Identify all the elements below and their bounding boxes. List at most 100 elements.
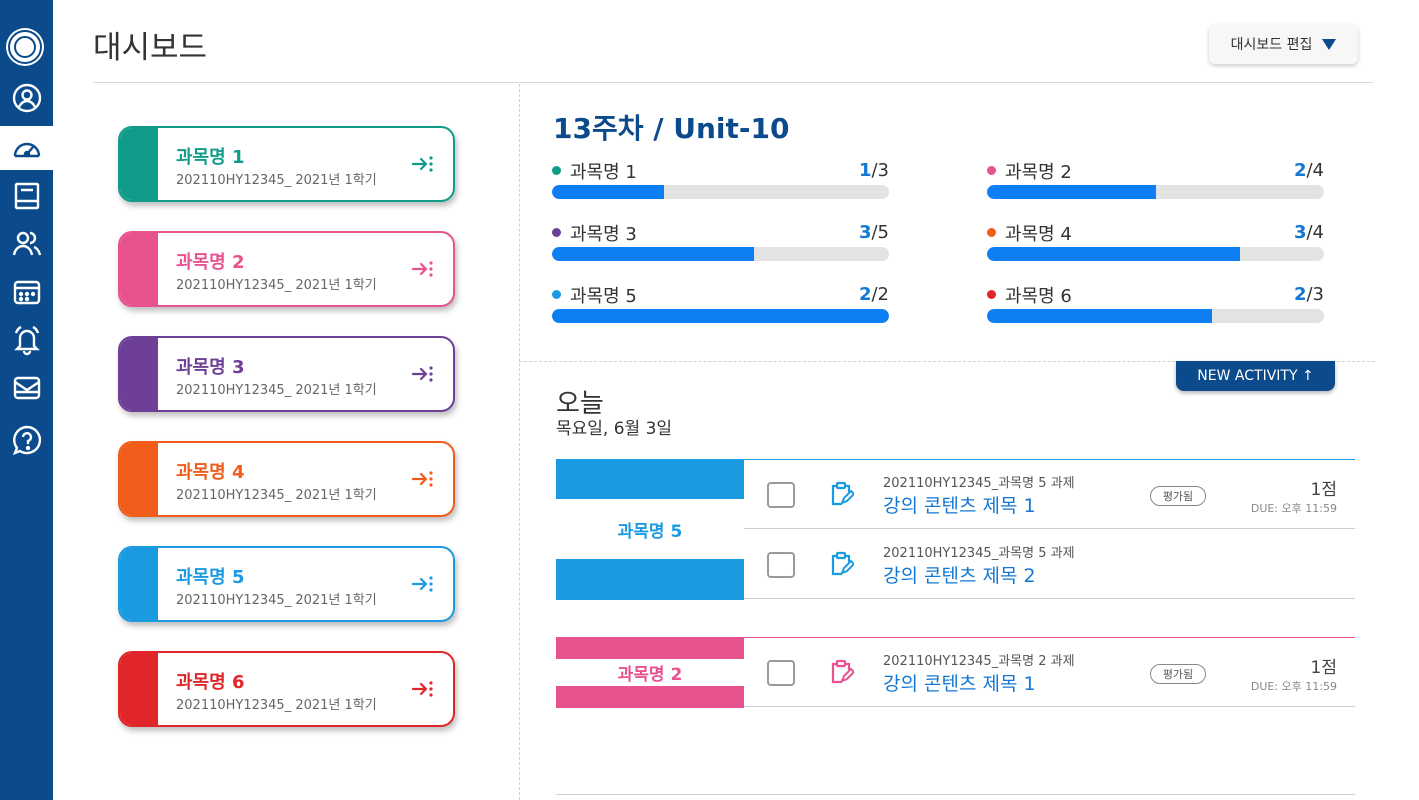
- today-date: 목요일, 6월 3일: [556, 419, 673, 439]
- enter-course-icon[interactable]: [411, 573, 435, 595]
- progress-fill: [987, 309, 1212, 323]
- course-name: 과목명 3: [176, 357, 245, 378]
- profile-icon[interactable]: [0, 76, 53, 120]
- progress-total: /4: [1306, 160, 1324, 181]
- course-card[interactable]: 과목명 2 202110HY12345_ 2021년 1학기: [118, 231, 455, 307]
- activity-checkbox[interactable]: [767, 482, 795, 508]
- activity-due: DUE: 오후 11:59: [1250, 680, 1337, 693]
- activity-checkbox[interactable]: [767, 552, 795, 578]
- course-code: 202110HY12345_ 2021년 1학기: [176, 173, 377, 188]
- course-name: 과목명 1: [176, 147, 245, 168]
- progress-done: 2: [1293, 284, 1307, 305]
- course-card[interactable]: 과목명 3 202110HY12345_ 2021년 1학기: [118, 336, 455, 412]
- course-color-stripe: [120, 443, 158, 515]
- assignment-clipboard-icon: [831, 481, 854, 506]
- progress-track: [552, 185, 889, 199]
- progress-count: 3/4: [1294, 222, 1324, 243]
- activity-score: 1점: [1310, 480, 1337, 500]
- activity-title[interactable]: 강의 콘텐츠 제목 1: [883, 669, 1036, 696]
- progress-total: /3: [871, 160, 889, 181]
- progress-fill: [987, 185, 1156, 199]
- course-code: 202110HY12345_ 2021년 1학기: [176, 593, 377, 608]
- course-name: 과목명 4: [176, 462, 245, 483]
- course-code: 202110HY12345_ 2021년 1학기: [176, 278, 377, 293]
- sidebar: [0, 0, 53, 800]
- course-code: 202110HY12345_ 2021년 1학기: [176, 383, 377, 398]
- progress-track: [552, 247, 889, 261]
- enter-course-icon[interactable]: [411, 153, 435, 175]
- progress-course-name: 과목명 2: [1005, 162, 1072, 183]
- new-activity-button[interactable]: NEW ACTIVITY ↑: [1176, 361, 1335, 391]
- progress-count: 3/5: [859, 222, 889, 243]
- notification-icon[interactable]: [0, 318, 53, 362]
- progress-track: [987, 309, 1324, 323]
- course-code: 202110HY12345_ 2021년 1학기: [176, 488, 377, 503]
- header-divider: [93, 82, 1373, 83]
- dropdown-triangle-icon: [1322, 38, 1337, 50]
- progress-course-name: 과목명 5: [570, 286, 637, 307]
- enter-course-icon[interactable]: [411, 258, 435, 280]
- course-progress: 과목명 3 3/5: [552, 222, 889, 262]
- activity-row[interactable]: 202110HY12345_과목명 5 과제 강의 콘텐츠 제목 2: [744, 529, 1355, 599]
- course-progress: 과목명 2 2/4: [987, 160, 1324, 200]
- progress-count: 1/3: [859, 160, 889, 181]
- course-color-stripe: [120, 233, 158, 305]
- course-color-stripe: [120, 338, 158, 410]
- progress-course-name: 과목명 3: [570, 224, 637, 245]
- activity-row[interactable]: 202110HY12345_과목명 5 과제 강의 콘텐츠 제목 1 평가됨 1점 DU…: [744, 459, 1355, 529]
- enter-course-icon[interactable]: [411, 468, 435, 490]
- progress-count: 2/4: [1294, 160, 1324, 181]
- enter-course-icon[interactable]: [411, 678, 435, 700]
- courses-icon[interactable]: [0, 174, 53, 218]
- course-dot: [552, 166, 561, 175]
- progress-track: [552, 309, 889, 323]
- dashboard-edit-button[interactable]: 대시보드 편집: [1209, 24, 1358, 64]
- group-course-box: 과목명 5: [556, 459, 744, 600]
- progress-fill: [987, 247, 1240, 261]
- progress-course-name: 과목명 1: [570, 162, 637, 183]
- inbox-icon[interactable]: [0, 366, 53, 410]
- course-card[interactable]: 과목명 6 202110HY12345_ 2021년 1학기: [118, 651, 455, 727]
- course-card[interactable]: 과목명 4 202110HY12345_ 2021년 1학기: [118, 441, 455, 517]
- unit-title: 13주차 / Unit-10: [553, 112, 790, 145]
- course-dot: [987, 166, 996, 175]
- activity-subtitle: 202110HY12345_과목명 2 과제: [883, 654, 1075, 669]
- activity-title[interactable]: 강의 콘텐츠 제목 2: [883, 561, 1036, 588]
- page-title: 대시보드: [93, 30, 208, 66]
- progress-fill: [552, 247, 755, 261]
- people-icon[interactable]: [0, 222, 53, 266]
- help-icon[interactable]: [0, 418, 53, 462]
- activity-title[interactable]: 강의 콘텐츠 제목 1: [883, 491, 1036, 518]
- course-dot: [987, 290, 996, 299]
- progress-total: /2: [871, 284, 889, 305]
- activity-group: 과목명 2 202110HY12345_과목명 2 과제 강의 콘텐츠 제목 1 평가…: [556, 637, 1355, 708]
- course-card[interactable]: 과목명 5 202110HY12345_ 2021년 1학기: [118, 546, 455, 622]
- calendar-icon[interactable]: [0, 270, 53, 314]
- graded-badge: 평가됨: [1150, 486, 1206, 506]
- activity-score: 1점: [1310, 658, 1337, 678]
- course-card[interactable]: 과목명 1 202110HY12345_ 2021년 1학기: [118, 126, 455, 202]
- dashboard-icon[interactable]: [0, 126, 53, 170]
- group-course-name: 과목명 2: [556, 659, 744, 686]
- course-name: 과목명 2: [176, 252, 245, 273]
- enter-course-icon[interactable]: [411, 363, 435, 385]
- progress-count: 2/2: [859, 284, 889, 305]
- progress-total: /3: [1306, 284, 1324, 305]
- university-logo[interactable]: [8, 30, 42, 64]
- assignment-clipboard-icon: [831, 659, 854, 684]
- progress-done: 3: [858, 222, 872, 243]
- progress-done: 3: [1293, 222, 1307, 243]
- course-progress: 과목명 4 3/4: [987, 222, 1324, 262]
- activity-row[interactable]: 202110HY12345_과목명 2 과제 강의 콘텐츠 제목 1 평가됨 1점 DU…: [744, 637, 1355, 707]
- course-color-stripe: [120, 128, 158, 200]
- progress-done: 2: [1293, 160, 1307, 181]
- course-dot: [552, 228, 561, 237]
- course-dot: [987, 228, 996, 237]
- course-progress: 과목명 5 2/2: [552, 284, 889, 324]
- progress-done: 1: [858, 160, 872, 181]
- course-progress: 과목명 6 2/3: [987, 284, 1324, 324]
- activity-checkbox[interactable]: [767, 660, 795, 686]
- group-course-name: 과목명 5: [556, 499, 744, 559]
- activity-due: DUE: 오후 11:59: [1250, 502, 1337, 515]
- progress-total: /5: [871, 222, 889, 243]
